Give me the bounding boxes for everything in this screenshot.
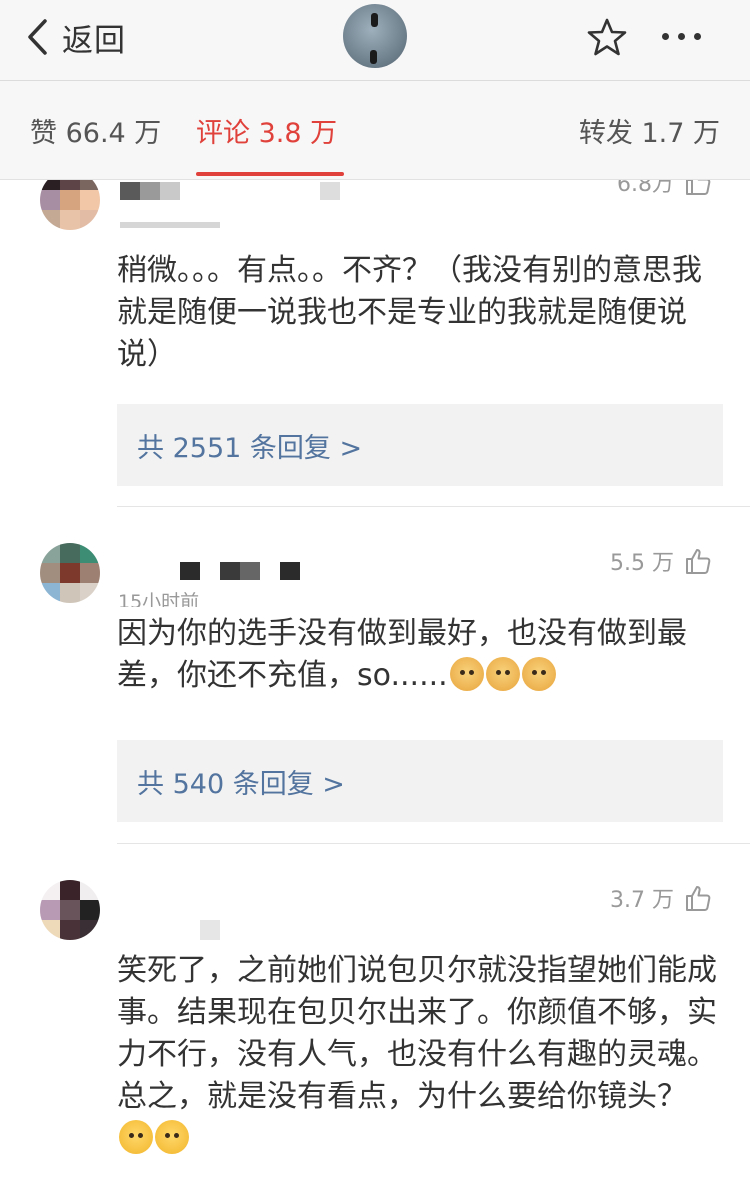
divider	[117, 506, 750, 507]
comment-text-body: 因为你的选手没有做到最好，也没有做到最差，你还不充值，so......	[117, 616, 687, 693]
back-label: 返回	[62, 22, 126, 59]
comment-text-body: 笑死了，之前她们说包贝尔就没指望她们能成事。结果现在包贝尔出来了。你颜值不够，实…	[117, 953, 717, 1114]
view-replies-link[interactable]: 共 2551 条回复 >	[137, 426, 362, 465]
comment-time: 15小时前	[118, 591, 200, 607]
star-icon	[587, 18, 627, 56]
divider	[117, 843, 750, 844]
username[interactable]	[180, 562, 310, 580]
username[interactable]	[120, 182, 350, 228]
author-avatar[interactable]	[343, 4, 407, 68]
like-count: 6.8万	[617, 180, 674, 197]
tab-reposts[interactable]: 转发 1.7 万	[579, 111, 720, 150]
tab-likes[interactable]: 赞 66.4 万	[30, 111, 161, 150]
comment-text: 笑死了，之前她们说包贝尔就没指望她们能成事。结果现在包贝尔出来了。你颜值不够，实…	[117, 950, 717, 1160]
comment-list[interactable]: 6.8万 稍微。。。有点。。不齐？（我没有别的意思我就是随便一说我也不是专业的我…	[0, 180, 750, 1188]
tab-comments[interactable]: 评论 3.8 万	[196, 111, 337, 150]
back-chevron-icon	[28, 19, 47, 55]
reply-box[interactable]: 共 2551 条回复 >	[117, 404, 723, 486]
thumbs-up-icon	[686, 180, 711, 195]
thumbs-up-icon	[686, 549, 711, 574]
doge-emoji-icon	[449, 657, 484, 691]
username[interactable]	[200, 920, 220, 940]
bland-face-emoji-icon	[119, 1120, 153, 1154]
reply-box[interactable]: 共 540 条回复 >	[117, 740, 723, 822]
top-navbar: 返回	[0, 0, 750, 81]
back-button[interactable]: 返回	[26, 12, 126, 62]
doge-emoji-icon	[485, 657, 520, 691]
like-button[interactable]: 3.7 万	[610, 882, 712, 914]
more-button[interactable]	[662, 33, 701, 40]
thumbs-up-icon	[686, 886, 711, 911]
bland-face-emoji-icon	[155, 1120, 189, 1154]
avatar[interactable]	[40, 880, 100, 940]
avatar[interactable]	[40, 180, 100, 230]
stats-bar: 赞 66.4 万 评论 3.8 万 转发 1.7 万	[0, 81, 750, 180]
like-button[interactable]: 5.5 万	[610, 545, 712, 577]
avatar[interactable]	[40, 543, 100, 603]
favorite-button[interactable]	[587, 17, 627, 61]
like-count: 3.7 万	[610, 888, 674, 913]
view-replies-link[interactable]: 共 540 条回复 >	[137, 762, 345, 801]
like-count: 5.5 万	[610, 551, 674, 576]
comment-text: 因为你的选手没有做到最好，也没有做到最差，你还不充值，so......	[117, 613, 717, 697]
more-icon	[662, 33, 669, 40]
doge-emoji-icon	[521, 657, 556, 691]
comment-text: 稍微。。。有点。。不齐？（我没有别的意思我就是随便一说我也不是专业的我就是随便说…	[117, 253, 702, 372]
like-button[interactable]: 6.8万	[617, 180, 712, 198]
active-tab-indicator	[196, 172, 344, 176]
